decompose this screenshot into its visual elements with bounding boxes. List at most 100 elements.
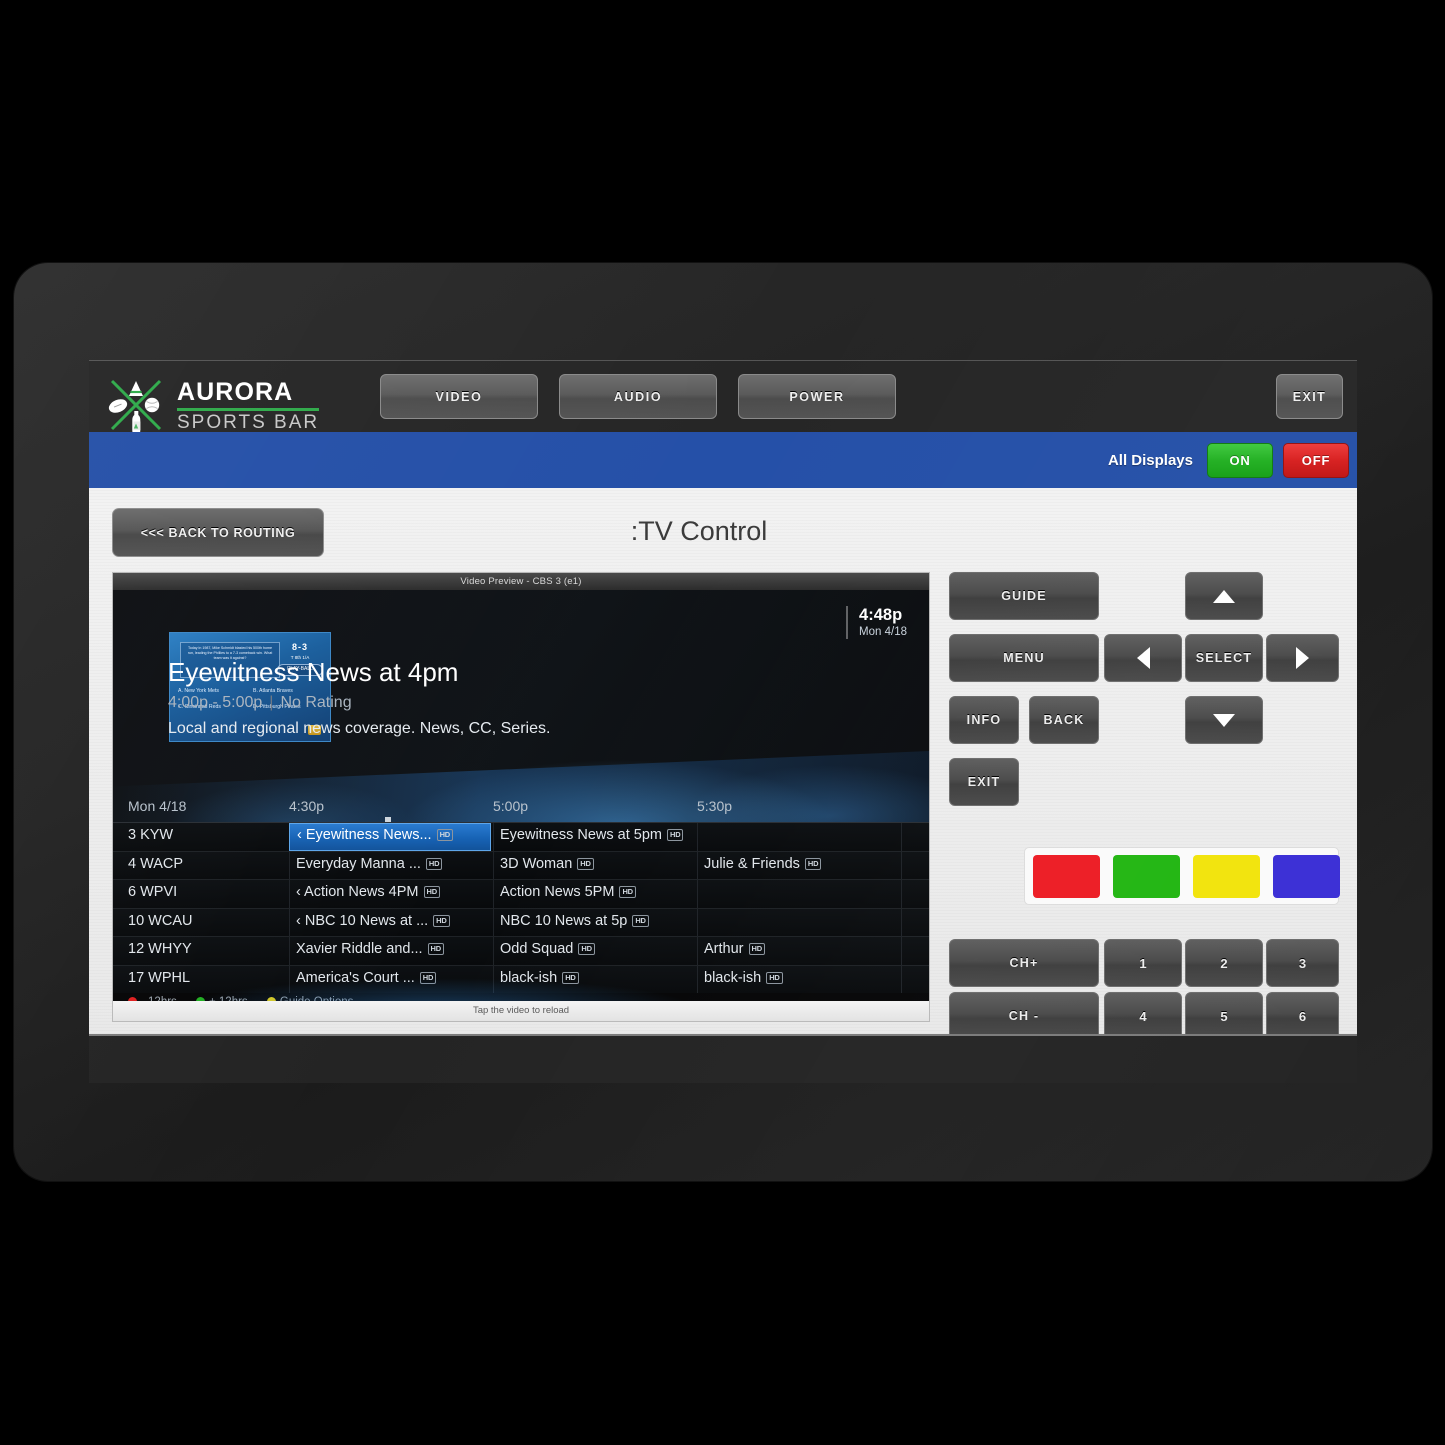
guide-selection-marker [385,817,391,822]
guide-cell-selected[interactable]: ‹ Eyewitness News... HD [289,823,491,851]
remote-left-button[interactable] [1104,634,1182,682]
hd-badge-icon: HD [423,886,440,898]
remote-key-6[interactable]: 6 [1266,992,1339,1040]
guide-column-separator [289,880,290,908]
hd-badge-icon: HD [619,886,636,898]
remote-up-button[interactable] [1185,572,1263,620]
guide-cell[interactable]: Arthur HD [704,941,765,957]
top-exit-button[interactable]: EXIT [1276,374,1343,419]
clock-time: 4:48p [859,606,903,624]
tablet-device-frame: AURORA SPORTS BAR VIDEO AUDIO POWER EXIT… [14,263,1432,1181]
guide-column-separator [901,823,902,851]
guide-slot-2: 5:00p [493,798,529,814]
back-to-routing-button[interactable]: <<< BACK TO ROUTING [112,508,324,557]
screen-footer-bar [89,1034,1357,1083]
remote-channel-down-button[interactable]: CH - [949,992,1099,1040]
guide-column-separator [289,937,290,965]
remote-down-button[interactable] [1185,696,1263,744]
hd-badge-icon: HD [425,857,443,870]
guide-row[interactable]: 12 WHYY Xavier Riddle and... HD Odd Squad HD… [113,936,929,965]
hd-badge-icon: HD [748,943,765,955]
remote-channel-up-button[interactable]: CH+ [949,939,1099,987]
guide-program-title: ‹ Action News 4PM [296,884,419,900]
remote-green-button[interactable] [1113,855,1180,898]
guide-cell[interactable]: Eyewitness News at 5pm HD [500,827,684,843]
remote-guide-button[interactable]: GUIDE [949,572,1099,620]
hd-badge-icon: HD [577,857,594,870]
hd-badge-icon: HD [578,943,595,955]
program-separator: | [269,693,274,711]
page-title: :TV Control [630,516,768,546]
video-footer-hint: Tap the video to reload [113,1001,929,1021]
program-rating: No Rating [280,693,352,711]
hd-badge-icon: HD [436,829,454,841]
remote-key-1[interactable]: 1 [1104,939,1182,987]
remote-key-3[interactable]: 3 [1266,939,1339,987]
guide-program-title: ‹ NBC 10 News at ... [296,912,429,929]
all-displays-on-button[interactable]: ON [1207,442,1273,478]
guide-program-title: Xavier Riddle and... [296,941,423,957]
remote-menu-button[interactable]: MENU [949,634,1099,682]
guide-slot-3: 5:30p [697,798,733,814]
aurora-crossed-sports-icon [105,374,167,436]
hd-badge-icon: HD [804,857,822,870]
tablet-screen: AURORA SPORTS BAR VIDEO AUDIO POWER EXIT… [89,360,1357,1083]
guide-column-separator [901,880,902,908]
remote-select-button[interactable]: SELECT [1185,634,1263,682]
remote-key-4[interactable]: 4 [1104,992,1182,1040]
remote-control-panel: GUIDE MENU INFO BACK EXIT SELECT CH+ CH … [949,572,1340,1083]
guide-cell[interactable]: 3D Woman HD [500,856,594,872]
guide-cell[interactable]: ‹ NBC 10 News at ... HD [296,913,450,929]
guide-channel-label: 10 WCAU [128,912,193,929]
guide-column-separator [493,908,494,936]
guide-row[interactable]: 6 WPVI ‹ Action News 4PM HD Action News 5PM… [113,879,929,908]
guide-program-title: 3D Woman [500,855,573,872]
guide-cell[interactable]: Julie & Friends HD [704,855,822,872]
remote-yellow-button[interactable] [1193,855,1260,898]
guide-cell[interactable]: Everyday Manna ... HD [296,856,443,872]
guide-program-title: Julie & Friends [704,855,800,872]
guide-cell[interactable]: Xavier Riddle and... HD [296,941,444,957]
remote-back-button[interactable]: BACK [1029,696,1099,744]
guide-program-title: Action News 5PM [500,884,615,900]
guide-row[interactable]: 3 KYW ‹ Eyewitness News... HD Eyewitness Ne… [113,817,929,851]
hd-badge-icon: HD [666,829,684,841]
remote-key-5[interactable]: 5 [1185,992,1263,1040]
all-displays-label: All Displays [1107,451,1193,469]
guide-cell[interactable]: ‹ Action News 4PM HD [296,884,440,900]
brand-wordmark: AURORA SPORTS BAR [177,378,320,432]
guide-column-separator [697,908,698,936]
guide-cell[interactable]: NBC 10 News at 5p HD [500,913,649,929]
guide-column-separator [493,880,494,908]
all-displays-off-button[interactable]: OFF [1283,442,1349,478]
nav-power-button[interactable]: POWER [738,374,896,419]
nav-video-button[interactable]: VIDEO [380,374,538,419]
hd-badge-icon: HD [433,914,450,927]
up-arrow-icon [1213,589,1235,603]
guide-cell[interactable]: Action News 5PM HD [500,884,636,900]
remote-exit-button[interactable]: EXIT [949,758,1019,806]
guide-column-separator [901,937,902,965]
video-preview-panel[interactable]: Video Preview - CBS 3 (e1) Today in 1987… [112,572,930,1022]
remote-red-button[interactable] [1033,855,1100,898]
guide-channel-label: 3 KYW [128,827,174,843]
remote-blue-button[interactable] [1273,855,1340,898]
guide-program-title: ‹ Eyewitness News... [297,827,432,843]
remote-info-button[interactable]: INFO [949,696,1019,744]
remote-right-button[interactable] [1266,634,1339,682]
guide-row[interactable]: 4 WACP Everyday Manna ... HD 3D Woman HD Juli… [113,850,929,879]
top-bar: AURORA SPORTS BAR VIDEO AUDIO POWER EXIT [89,361,1357,488]
all-displays-bar: All Displays ON OFF [89,432,1357,488]
guide-column-separator [697,880,698,908]
guide-header: Mon 4/18 4:30p 5:00p 5:30p [113,792,929,822]
guide-cell[interactable]: Odd Squad HD [500,941,595,957]
remote-key-2[interactable]: 2 [1185,939,1263,987]
guide-bottom-glow [113,965,929,1001]
guide-program-title: Odd Squad [500,941,574,957]
guide-row[interactable]: 10 WCAU ‹ NBC 10 News at ... HD NBC 10 News… [113,907,929,936]
main-content: <<< BACK TO ROUTING :TV Control Video Pr… [89,488,1357,1083]
guide-date-label: Mon 4/18 [128,798,187,814]
nav-audio-button[interactable]: AUDIO [559,374,717,419]
video-preview-body[interactable]: Today in 1987, Mike Schmidt blasted his … [113,590,929,1001]
guide-column-separator [901,851,902,879]
